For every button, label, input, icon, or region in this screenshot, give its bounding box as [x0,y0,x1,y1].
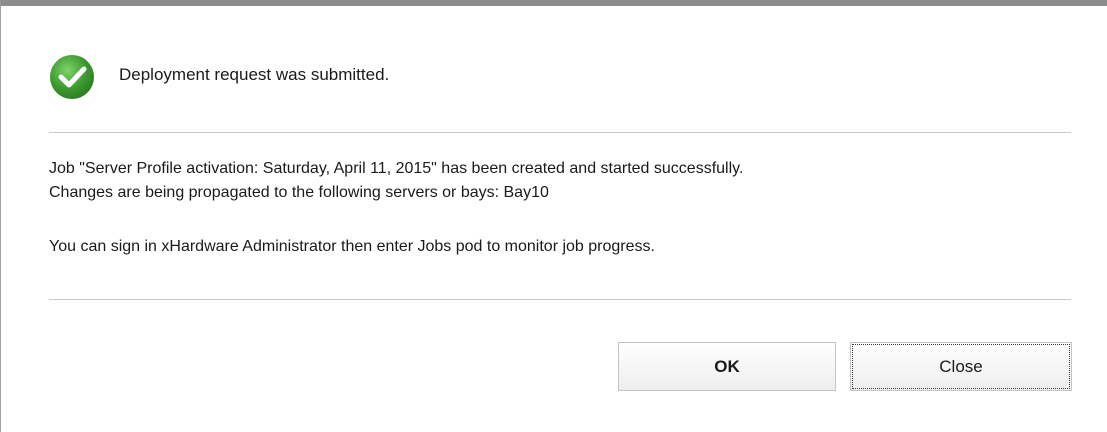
bottom-divider [49,299,1071,300]
monitor-hint-message: You can sign in xHardware Administrator … [49,238,655,255]
success-check-icon [50,55,94,99]
ok-button[interactable]: OK [618,342,836,391]
propagation-message: Changes are being propagated to the foll… [49,184,549,201]
close-button[interactable]: Close [850,342,1072,391]
job-created-message: Job "Server Profile activation: Saturday… [49,160,744,177]
dialog-header: Deployment request was submitted. [49,54,389,100]
deployment-dialog: Deployment request was submitted. Job "S… [0,0,1107,432]
top-divider [49,132,1071,133]
dialog-status-text: Deployment request was submitted. [119,65,390,84]
